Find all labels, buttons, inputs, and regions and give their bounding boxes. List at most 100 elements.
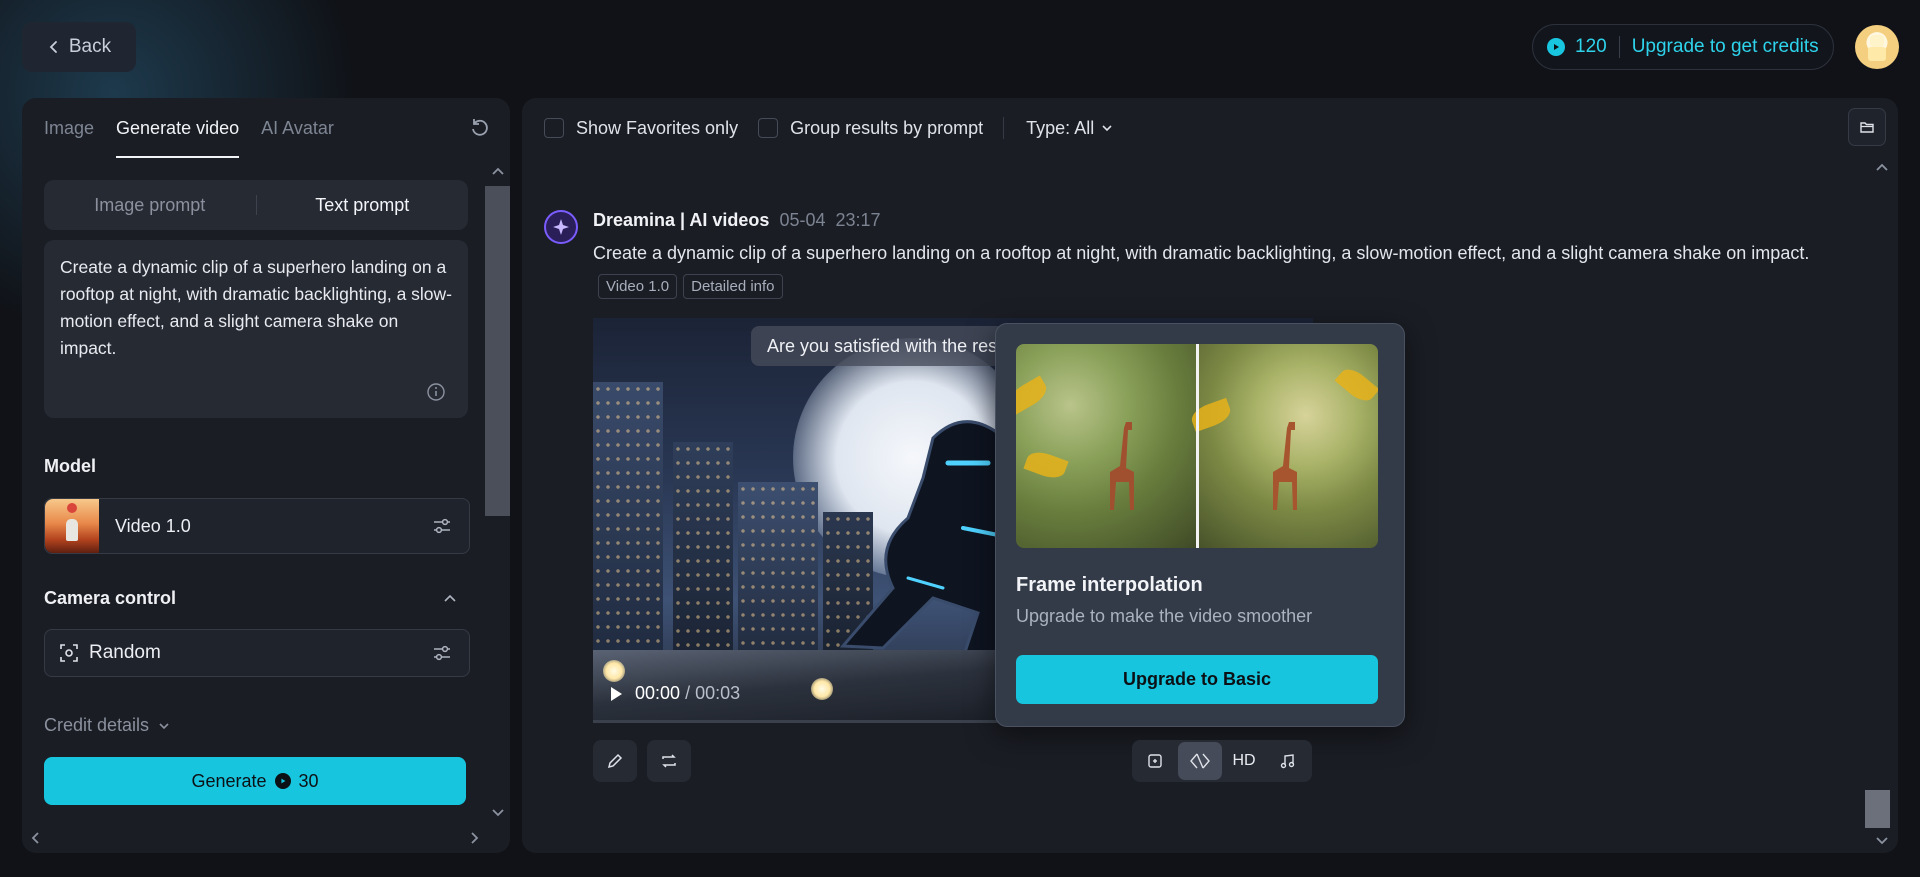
group-filter[interactable]: Group results by prompt <box>758 118 983 139</box>
favorites-label: Show Favorites only <box>576 117 739 138</box>
tab-image[interactable]: Image <box>44 98 94 158</box>
folder-icon <box>1860 122 1874 133</box>
scroll-down-icon[interactable] <box>1874 832 1890 848</box>
generate-cost: 30 <box>298 770 319 791</box>
scroll-left-icon[interactable] <box>28 830 44 846</box>
camera-control-value: Random <box>89 642 161 663</box>
dreamina-logo-icon <box>544 210 578 244</box>
comparison-after <box>1188 344 1378 548</box>
message-date: 05-04 <box>779 210 826 230</box>
message-prompt: Create a dynamic clip of a superhero lan… <box>593 243 1810 263</box>
upgrade-basic-button[interactable]: Upgrade to Basic <box>1016 655 1378 704</box>
model-selector[interactable]: Video 1.0 <box>44 498 470 554</box>
model-name: Video 1.0 <box>115 515 191 536</box>
repeat-icon <box>662 754 676 768</box>
back-label: Back <box>68 36 112 57</box>
info-icon[interactable] <box>426 382 446 402</box>
folder-button[interactable] <box>1848 108 1886 146</box>
filter-bar: Show Favorites only Group results by pro… <box>544 98 1114 158</box>
sliders-icon[interactable] <box>431 642 453 664</box>
frame-interpolation-popover: Frame interpolation Upgrade to make the … <box>995 323 1405 727</box>
credits-divider <box>1618 36 1620 58</box>
satisfaction-prompt: Are you satisfied with the resu <box>751 326 1024 366</box>
avatar[interactable] <box>1855 25 1899 69</box>
left-panel: Image Generate video AI Avatar Image pro… <box>22 98 510 853</box>
model-label: Model <box>44 456 96 476</box>
credit-coin-icon <box>1547 38 1565 56</box>
comparison-before <box>1016 344 1197 548</box>
camera-control-header[interactable]: Camera control <box>44 588 470 609</box>
upgrade-credits-link[interactable]: Upgrade to get credits <box>1632 36 1819 58</box>
filter-divider <box>1003 117 1005 139</box>
add-sound-button[interactable] <box>1266 742 1310 780</box>
current-time: 00:00 <box>635 683 681 703</box>
tab-generate-video[interactable]: Generate video <box>116 98 240 158</box>
video-light <box>603 660 625 682</box>
image-prompt-option[interactable]: Image prompt <box>44 195 256 216</box>
message-sender: Dreamina | AI videos <box>593 210 770 230</box>
tab-ai-avatar[interactable]: AI Avatar <box>261 98 334 158</box>
popover-description: Upgrade to make the video smoother <box>1016 606 1313 626</box>
camera-focus-icon <box>60 644 78 662</box>
favorites-checkbox[interactable] <box>544 118 564 138</box>
video-duration: / 00:03 <box>685 683 741 703</box>
group-checkbox[interactable] <box>758 118 779 138</box>
regenerate-button[interactable] <box>647 740 691 782</box>
interpolation-icon <box>1190 753 1210 769</box>
credits-pill: 120 Upgrade to get credits <box>1532 24 1834 70</box>
chevron-down-icon <box>159 722 169 729</box>
results-scrollbar-thumb[interactable] <box>1865 790 1890 828</box>
generate-label: Generate <box>191 770 267 791</box>
music-note-icon <box>1280 754 1295 769</box>
group-label: Group results by prompt <box>790 117 984 138</box>
result-actions-right: HD <box>1132 740 1312 782</box>
scroll-up-icon[interactable] <box>1874 160 1890 176</box>
mode-tabs: Image Generate video AI Avatar <box>44 98 334 158</box>
favorites-filter[interactable]: Show Favorites only <box>544 118 738 139</box>
refresh-icon[interactable] <box>468 116 492 140</box>
type-filter-dropdown[interactable]: Type: All <box>1026 118 1114 139</box>
generate-button[interactable]: Generate 30 <box>44 757 466 805</box>
add-frame-icon <box>1148 754 1162 768</box>
pencil-icon <box>607 753 623 769</box>
result-actions-left <box>593 740 691 782</box>
message-header: Dreamina | AI videos 05-04 23:17 <box>593 210 881 231</box>
chevron-up-icon[interactable] <box>442 591 458 607</box>
video-time: 00:00 / 00:03 <box>635 683 740 704</box>
message-time: 23:17 <box>835 210 881 230</box>
sidebar-scrollbar-thumb[interactable] <box>485 186 510 516</box>
credits-count: 120 <box>1575 36 1607 57</box>
model-tag[interactable]: Video 1.0 <box>598 274 678 299</box>
scroll-up-icon[interactable] <box>490 164 506 180</box>
scroll-right-icon[interactable] <box>466 830 482 846</box>
credit-coin-icon <box>274 773 291 789</box>
chevron-down-icon <box>1102 125 1112 132</box>
prompt-text: Create a dynamic clip of a superhero lan… <box>60 257 452 358</box>
credit-details-label: Credit details <box>44 715 150 735</box>
prompt-mode-toggle: Image prompt Text prompt <box>44 180 468 230</box>
frame-interpolation-button[interactable] <box>1178 742 1222 780</box>
video-controls: 00:00 / 00:03 <box>607 683 740 704</box>
comparison-divider <box>1196 344 1199 548</box>
popover-title: Frame interpolation <box>1016 574 1203 596</box>
chevron-left-icon <box>49 41 57 53</box>
hd-upscale-button[interactable]: HD <box>1222 742 1266 780</box>
message-tags: Video 1.0 Detailed info <box>598 274 783 299</box>
video-building <box>593 382 663 662</box>
video-building <box>673 442 733 662</box>
type-filter-label: Type: All <box>1026 117 1095 138</box>
play-icon[interactable] <box>607 685 625 703</box>
back-button[interactable]: Back <box>22 22 136 72</box>
text-prompt-option[interactable]: Text prompt <box>257 195 469 216</box>
video-light <box>811 678 833 700</box>
camera-control-selector[interactable]: Random <box>44 629 470 677</box>
detailed-info-tag[interactable]: Detailed info <box>683 274 783 299</box>
interpolation-comparison-image <box>1016 344 1378 548</box>
credit-details-toggle[interactable]: Credit details <box>44 715 171 736</box>
extend-video-button[interactable] <box>1134 742 1178 780</box>
results-panel: Show Favorites only Group results by pro… <box>522 98 1898 853</box>
scroll-down-icon[interactable] <box>490 804 506 820</box>
sliders-icon[interactable] <box>431 515 453 537</box>
prompt-textarea[interactable]: Create a dynamic clip of a superhero lan… <box>44 240 468 418</box>
edit-button[interactable] <box>593 740 637 782</box>
